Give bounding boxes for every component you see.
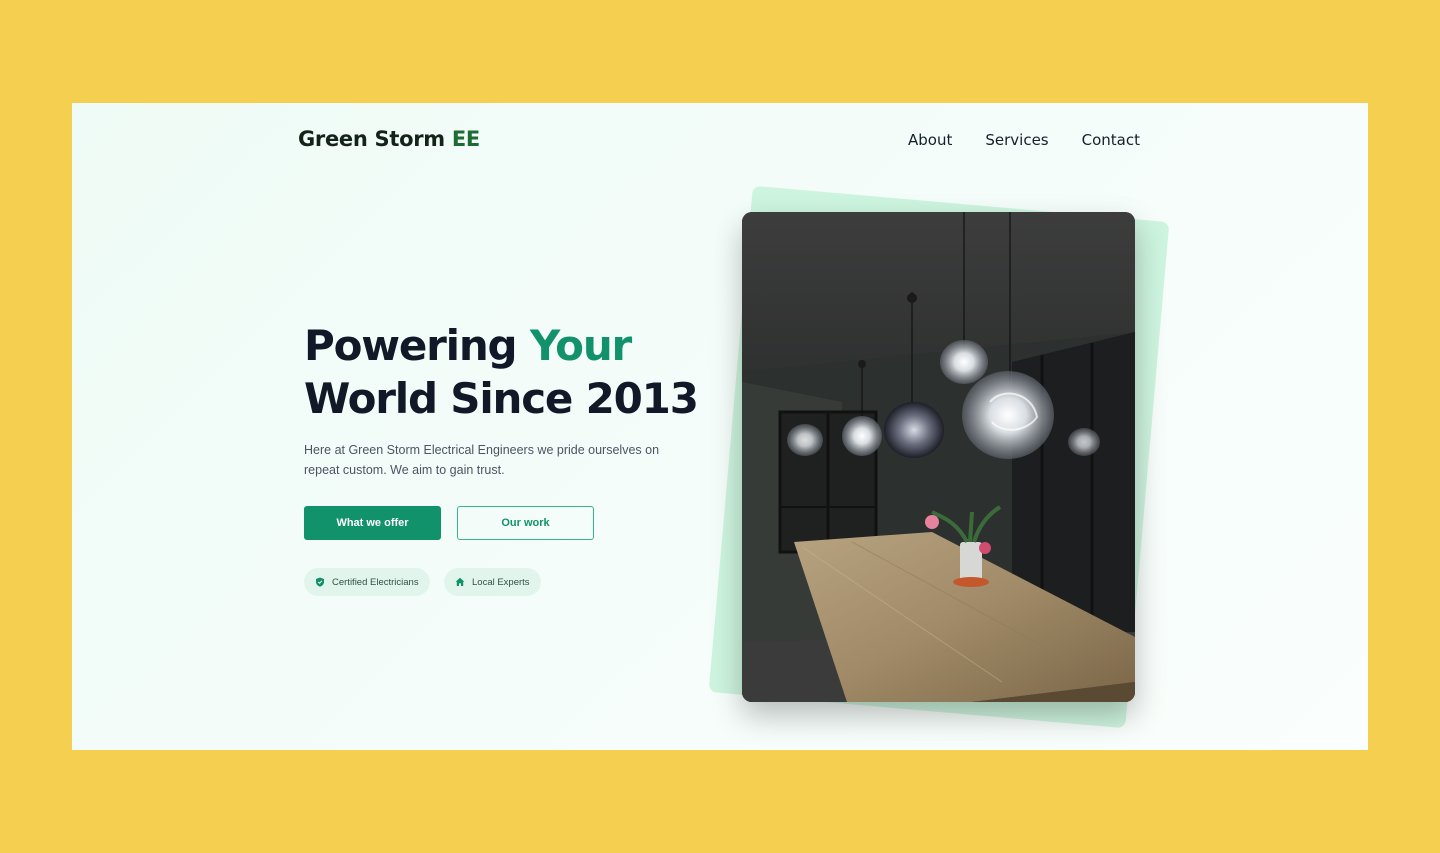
shield-icon [315, 577, 325, 587]
website-frame: Green Storm EE About Services Contact Po… [72, 103, 1368, 750]
nav-about-link[interactable]: About [908, 131, 952, 149]
hero-headline: Powering Your World Since 2013 [304, 319, 724, 425]
badge-certified: Certified Electricians [304, 568, 430, 596]
nav-services-link[interactable]: Services [985, 131, 1048, 149]
nav-contact-link[interactable]: Contact [1082, 131, 1140, 149]
brand-logo[interactable]: Green Storm EE [298, 127, 480, 151]
our-work-button[interactable]: Our work [457, 506, 594, 540]
hero-photo [742, 212, 1135, 702]
dining-room-pendant-lights-photo [742, 212, 1135, 702]
main-nav: About Services Contact [908, 131, 1140, 149]
what-we-offer-button[interactable]: What we offer [304, 506, 441, 540]
brand-name: Green Storm [298, 127, 452, 151]
badge-local: Local Experts [444, 568, 541, 596]
headline-part2: World Since 2013 [304, 374, 699, 423]
headline-highlight: Your [529, 321, 632, 370]
badge-local-label: Local Experts [472, 576, 530, 588]
badge-certified-label: Certified Electricians [332, 576, 419, 588]
headline-part1: Powering [304, 321, 530, 370]
brand-accent: EE [451, 127, 480, 151]
hero-description: Here at Green Storm Electrical Engineers… [304, 443, 660, 477]
home-icon [455, 577, 465, 587]
